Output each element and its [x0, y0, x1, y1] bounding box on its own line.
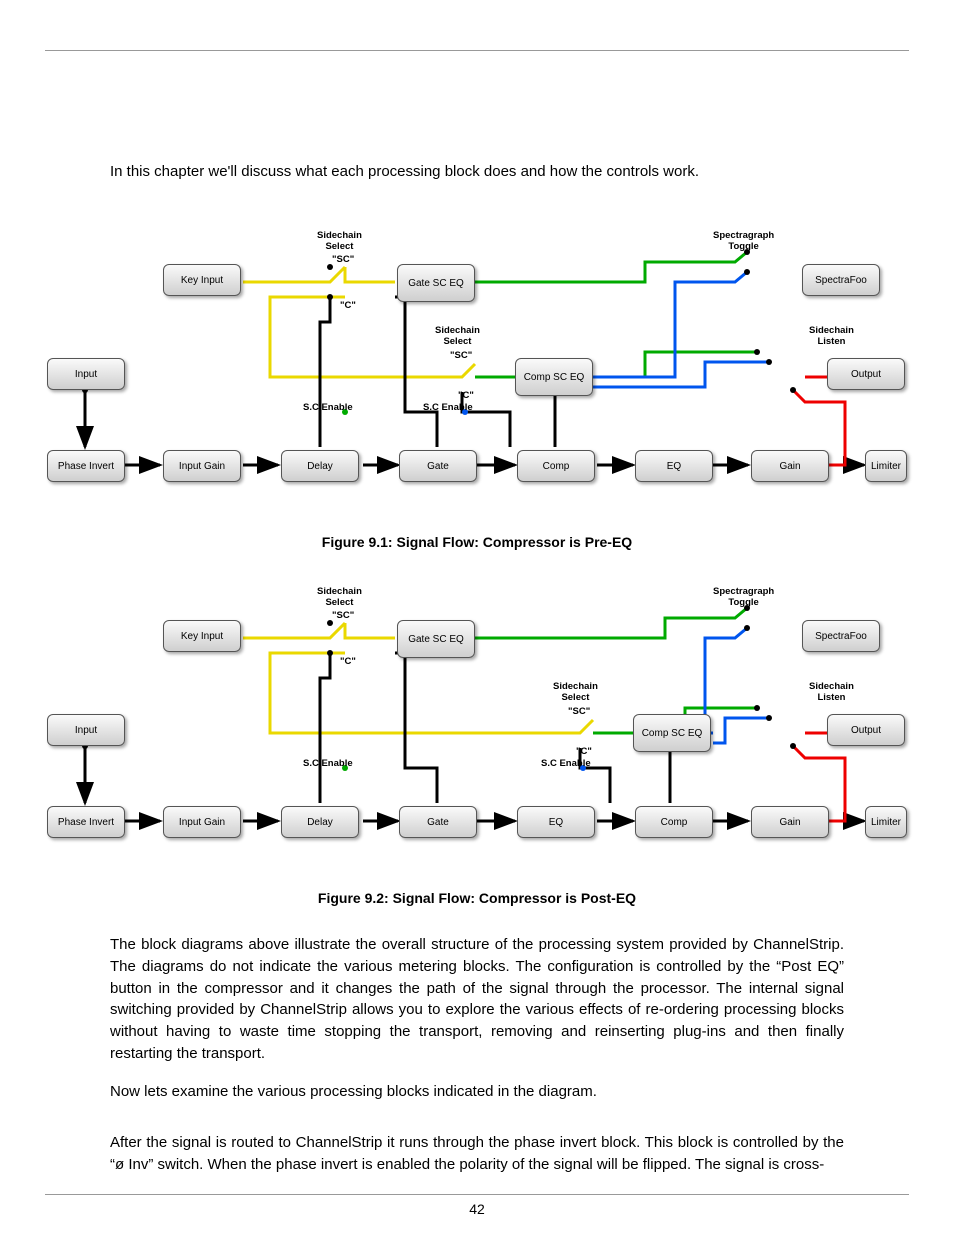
label-sidechain-select-1: Sidechain Select — [317, 586, 362, 608]
node-output: Output — [827, 714, 905, 746]
node-output: Output — [827, 358, 905, 390]
label-c-2: "C" — [458, 390, 474, 401]
label-c-2: "C" — [576, 746, 592, 757]
node-phase-invert: Phase Invert — [47, 806, 125, 838]
node-gate: Gate — [399, 450, 477, 482]
node-comp: Comp — [517, 450, 595, 482]
node-eq: EQ — [517, 806, 595, 838]
node-comp-sc-eq: Comp SC EQ — [515, 358, 593, 396]
label-sc-2: "SC" — [450, 350, 472, 361]
figure-2-diagram: Sidechain Select "SC" "C" Sidechain Sele… — [45, 578, 909, 878]
label-sidechain-select-2: Sidechain Select — [435, 325, 480, 347]
label-sidechain-select-2: Sidechain Select — [553, 681, 598, 703]
label-sc-enable-2: S.C Enable — [423, 402, 473, 413]
top-rule — [45, 50, 909, 51]
label-sc-enable-1: S.C Enable — [303, 402, 353, 413]
node-comp: Comp — [635, 806, 713, 838]
label-sc-enable-2: S.C Enable — [541, 758, 591, 769]
node-gain: Gain — [751, 450, 829, 482]
node-limiter: Limiter — [865, 450, 907, 482]
label-sidechain-listen: Sidechain Listen — [809, 325, 854, 347]
label-c-1: "C" — [340, 300, 356, 311]
label-sc-enable-1: S.C Enable — [303, 758, 353, 769]
body-paragraph-2: Now lets examine the various processing … — [110, 1081, 844, 1103]
node-gate-sc-eq: Gate SC EQ — [397, 264, 475, 302]
node-eq: EQ — [635, 450, 713, 482]
label-sidechain-select-1: Sidechain Select — [317, 230, 362, 252]
node-delay: Delay — [281, 450, 359, 482]
body-paragraph-1: The block diagrams above illustrate the … — [110, 934, 844, 1065]
node-comp-sc-eq: Comp SC EQ — [633, 714, 711, 752]
node-input: Input — [47, 714, 125, 746]
node-delay: Delay — [281, 806, 359, 838]
node-limiter: Limiter — [865, 806, 907, 838]
figure-2-caption: Figure 9.2: Signal Flow: Compressor is P… — [45, 890, 909, 906]
label-c-1: "C" — [340, 656, 356, 667]
node-phase-invert: Phase Invert — [47, 450, 125, 482]
label-spectragraph-toggle: Spectragraph Toggle — [713, 586, 774, 608]
label-spectragraph-toggle: Spectragraph Toggle — [713, 230, 774, 252]
figure-1-diagram: Sidechain Select "SC" "C" Sidechain Sele… — [45, 222, 909, 522]
label-sc-1: "SC" — [332, 254, 354, 265]
label-sidechain-listen: Sidechain Listen — [809, 681, 854, 703]
node-spectrafoo: SpectraFoo — [802, 620, 880, 652]
page-number: 42 — [0, 1201, 954, 1217]
node-key-input: Key Input — [163, 264, 241, 296]
body-paragraph-3: After the signal is routed to ChannelStr… — [110, 1132, 844, 1176]
figure-1-caption: Figure 9.1: Signal Flow: Compressor is P… — [45, 534, 909, 550]
node-gain: Gain — [751, 806, 829, 838]
node-input-gain: Input Gain — [163, 806, 241, 838]
node-input: Input — [47, 358, 125, 390]
node-gate: Gate — [399, 806, 477, 838]
document-page: In this chapter we'll discuss what each … — [0, 0, 954, 1235]
label-sc-2: "SC" — [568, 706, 590, 717]
label-sc-1: "SC" — [332, 610, 354, 621]
node-spectrafoo: SpectraFoo — [802, 264, 880, 296]
node-key-input: Key Input — [163, 620, 241, 652]
intro-text: In this chapter we'll discuss what each … — [110, 161, 844, 182]
node-gate-sc-eq: Gate SC EQ — [397, 620, 475, 658]
node-input-gain: Input Gain — [163, 450, 241, 482]
bottom-rule — [45, 1194, 909, 1195]
